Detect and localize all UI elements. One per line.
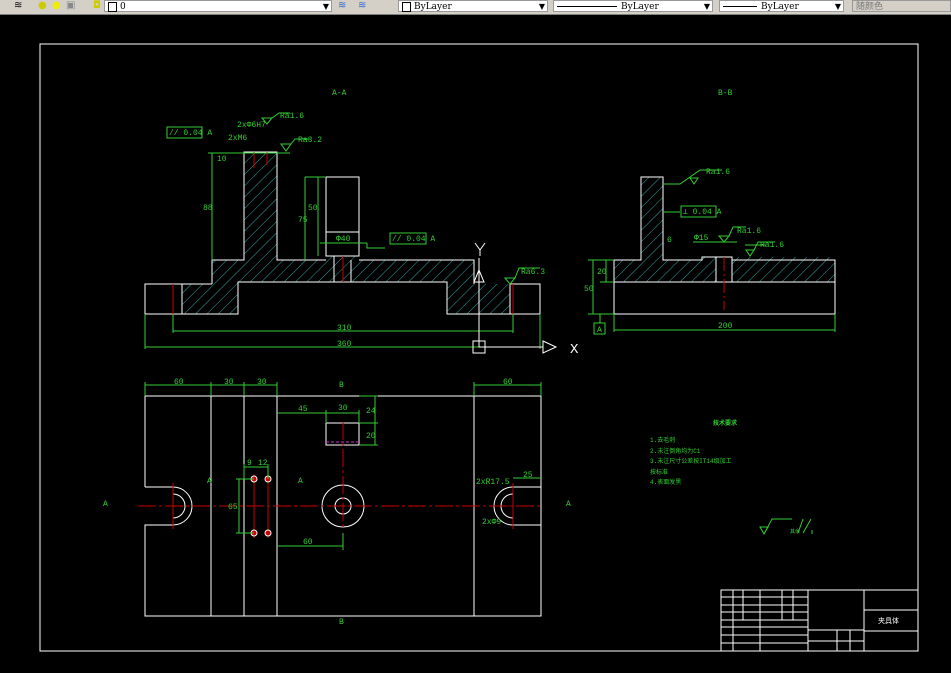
lock-open-icon[interactable]: ◘ — [93, 0, 101, 12]
label-2xr175: 2xR17.5 — [476, 478, 510, 487]
dim-10: 10 — [217, 155, 227, 164]
note-3: 3.未注尺寸公差按IT14级加工 — [650, 457, 732, 465]
roughness-bb-3: Ra1.6 — [760, 241, 784, 250]
sun-icon[interactable]: ● — [52, 0, 61, 12]
section-mark-b-bottom: B — [339, 618, 344, 627]
note-4: 4.表面发黑 — [650, 478, 681, 486]
dim-360: 360 — [337, 340, 352, 349]
roughness-bb-2: Ra1.6 — [737, 227, 761, 236]
dim-12: 12 — [258, 459, 268, 468]
dim-9: 9 — [247, 459, 252, 468]
color-dropdown[interactable]: ByLayer ▼ — [398, 0, 548, 12]
note-3-cont: 按标准 — [650, 468, 668, 476]
section-mark-a-left: A — [103, 500, 108, 509]
dim-50: 50 — [308, 204, 318, 213]
tolerance-1: // 0.04 A — [169, 129, 212, 138]
layer-dropdown[interactable]: 0 ▼ — [104, 0, 332, 12]
dim-6: 6 — [667, 236, 672, 245]
note-2: 2.未注倒角均为C1 — [650, 447, 701, 455]
roughness-bb-1: Ra1.6 — [706, 168, 730, 177]
datum-a-label: A — [597, 326, 602, 335]
tolerance-2: // 0.04 A — [392, 235, 435, 244]
section-mark-a-1: A — [207, 477, 212, 486]
section-aa-label: A-A — [332, 89, 347, 98]
label-2xm6: 2xM6 — [228, 134, 247, 143]
chevron-down-icon: ▼ — [538, 2, 545, 11]
dim-25: 25 — [523, 471, 533, 480]
bulb-icon[interactable]: ● — [38, 0, 47, 12]
tolerance-bb: ⊥ 0.04 A — [683, 208, 722, 217]
roughness-ra63: Ra6.3 — [521, 268, 545, 277]
chevron-down-icon: ▼ — [322, 2, 329, 11]
dim-d15: Ф15 — [694, 234, 709, 243]
section-bb-label: B-B — [718, 89, 733, 98]
toolbar: ≋ ● ● ▣ ◘ 0 ▼ ≋ ≋ ByLayer ▼ ByLayer ▼ ByLay… — [0, 0, 951, 15]
dim-60-c: 60 — [303, 538, 313, 547]
note-1: 1.去毛刺 — [650, 436, 675, 444]
dim-20: 20 — [597, 268, 607, 277]
dim-24: 24 — [366, 407, 376, 416]
dim-60-b: 60 — [503, 378, 513, 387]
dim-d40: Ф40 — [336, 235, 351, 244]
dim-200: 200 — [718, 322, 733, 331]
drawing-canvas[interactable]: A-A 310 360 88 50 75 Ф40 10 // 0.04 A //… — [0, 15, 951, 673]
notes-title: 技术要求 — [713, 419, 738, 427]
roughness-note: 其余 — [790, 528, 800, 535]
section-mark-a-2: A — [298, 477, 303, 486]
layer-manager-icon[interactable]: ≋ — [358, 0, 366, 12]
linetype-dropdown[interactable]: ByLayer ▼ — [553, 0, 713, 12]
ucs-x-label: X — [570, 342, 579, 358]
chevron-down-icon: ▼ — [834, 2, 841, 11]
layers-icon[interactable]: ≋ — [14, 0, 22, 12]
label-2xd6: 2xФ6H7 — [237, 121, 266, 130]
roughness-ra32: Ra3.2 — [298, 136, 322, 145]
dim-75: 75 — [298, 216, 308, 225]
dim-30-c: 30 — [338, 404, 348, 413]
dim-65: 65 — [228, 503, 238, 512]
roughness-ra16: Ra1.6 — [280, 112, 304, 121]
dim-30-a: 30 — [224, 378, 234, 387]
dim-88: 88 — [203, 204, 213, 213]
chevron-down-icon: ▼ — [703, 2, 710, 11]
plotstyle-value: 随颜色 — [856, 2, 884, 12]
part-name: 夹具体 — [878, 616, 899, 626]
lock-icon[interactable]: ▣ — [66, 0, 75, 12]
dim-310: 310 — [337, 324, 352, 333]
dim-30-b: 30 — [257, 378, 267, 387]
dim-20-plan: 20 — [366, 432, 376, 441]
section-mark-b-top: B — [339, 381, 344, 390]
section-mark-a-right: A — [566, 500, 571, 509]
lineweight-value: ByLayer — [761, 2, 799, 12]
label-2xd9: 2xФ9 — [482, 518, 501, 527]
lineweight-dropdown[interactable]: ByLayer ▼ — [719, 0, 844, 12]
layer-value: 0 — [120, 2, 126, 12]
linetype-value: ByLayer — [621, 2, 659, 12]
color-value: ByLayer — [414, 2, 452, 12]
layer-prev-icon[interactable]: ≋ — [338, 0, 346, 12]
plotstyle-dropdown[interactable]: 随颜色 — [852, 0, 951, 12]
dim-50-bb: 50 — [584, 285, 594, 294]
dim-45: 45 — [298, 405, 308, 414]
dim-60-a: 60 — [174, 378, 184, 387]
